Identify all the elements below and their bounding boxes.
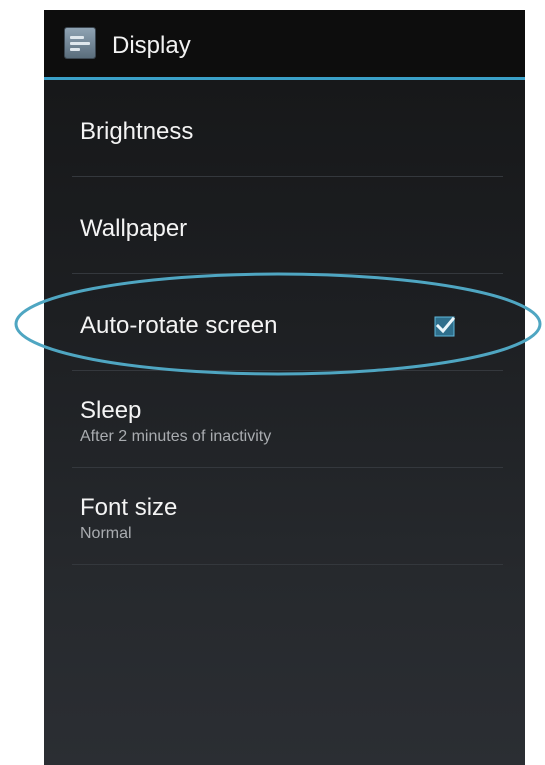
preference-list: Brightness Wallpaper Auto-rotate screen …	[44, 80, 525, 565]
phone-screen: Display Brightness Wallpaper Auto-rotate…	[44, 10, 525, 765]
pref-font-size-summary: Normal	[80, 525, 132, 542]
pref-auto-rotate-title: Auto-rotate screen	[80, 312, 278, 339]
pref-sleep[interactable]: Sleep After 2 minutes of inactivity	[44, 371, 525, 468]
display-settings-icon[interactable]	[65, 28, 95, 58]
pref-sleep-title: Sleep	[80, 397, 142, 424]
divider	[72, 564, 503, 565]
pref-wallpaper[interactable]: Wallpaper	[44, 177, 525, 274]
pref-font-size[interactable]: Font size Normal	[44, 468, 525, 565]
pref-font-size-title: Font size	[80, 494, 178, 521]
pref-brightness[interactable]: Brightness	[44, 80, 525, 177]
action-bar: Display	[44, 10, 525, 80]
auto-rotate-checkbox[interactable]	[433, 314, 457, 338]
pref-brightness-title: Brightness	[80, 118, 194, 145]
pref-sleep-summary: After 2 minutes of inactivity	[80, 428, 272, 445]
pref-wallpaper-title: Wallpaper	[80, 215, 188, 242]
pref-auto-rotate[interactable]: Auto-rotate screen	[44, 274, 525, 371]
page-title: Display	[112, 32, 191, 59]
